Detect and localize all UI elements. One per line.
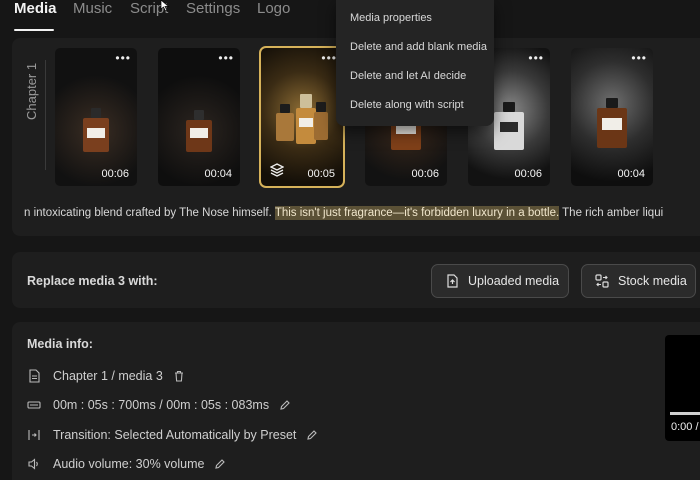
trash-icon[interactable] [173,370,185,382]
audio-volume-row: Audio volume: 30% volume [27,455,226,473]
script-text-highlight: This isn't just fragrance—it's forbidden… [274,206,560,220]
script-text-before: n intoxicating blend crafted by The Nose… [24,207,275,219]
speaker-icon [28,458,38,470]
more-icon[interactable]: ••• [115,52,131,64]
audio-volume-text: Audio volume: 30% volume [53,457,205,471]
layers-icon [270,163,284,177]
media-thumb-1[interactable]: ••• 00:06 [55,48,137,186]
media-position-text: Chapter 1 / media 3 [53,369,163,383]
pencil-icon[interactable] [214,458,226,470]
transition-row: Transition: Selected Automatically by Pr… [27,426,318,444]
upload-file-icon [447,274,458,288]
pencil-icon[interactable] [306,429,318,441]
bottle-image [494,102,524,150]
timeline-icon [27,401,41,409]
pencil-icon[interactable] [279,399,291,411]
more-icon[interactable]: ••• [528,52,544,64]
script-text[interactable]: n intoxicating blend crafted by The Nose… [24,206,664,220]
media-duration: 00:06 [514,168,542,180]
media-thumb-3[interactable]: ••• 00:05 [259,46,345,188]
tab-media[interactable]: Media [14,0,57,30]
media-context-menu: Media properties Delete and add blank me… [336,0,494,126]
script-text-after: The rich amber liqui [559,207,664,219]
bottle-image [83,108,109,152]
media-thumb-2[interactable]: ••• 00:04 [158,48,240,186]
transition-icon [28,430,40,440]
chapter-label: Chapter 1 [24,62,39,120]
media-info-title: Media info: [27,337,93,351]
media-timing-text: 00m : 05s : 700ms / 00m : 05s : 083ms [53,398,270,412]
bottle-image [276,94,328,148]
stock-media-button[interactable]: Stock media [581,264,696,298]
media-duration: 00:04 [204,168,232,180]
media-duration: 00:06 [411,168,439,180]
media-duration: 00:04 [617,168,645,180]
preview-progress-bar[interactable] [670,412,700,415]
replace-label: Replace media 3 with: [27,274,158,288]
menu-item-delete-ai-decide[interactable]: Delete and let AI decide [350,70,466,82]
chapter-divider [45,60,46,170]
document-icon [29,369,40,383]
active-tab-indicator [14,29,54,31]
bottle-image [597,98,627,148]
more-icon[interactable]: ••• [631,52,647,64]
uploaded-media-button[interactable]: Uploaded media [431,264,569,298]
uploaded-media-label: Uploaded media [468,274,560,288]
media-thumb-6[interactable]: ••• 00:04 [571,48,653,186]
transition-text: Transition: Selected Automatically by Pr… [53,428,297,442]
stock-media-icon [595,274,609,288]
media-duration: 00:05 [307,168,335,180]
tab-music[interactable]: Music [73,0,112,30]
media-timing-row: 00m : 05s : 700ms / 00m : 05s : 083ms [27,396,291,414]
more-icon[interactable]: ••• [218,52,234,64]
bottle-image [186,110,212,152]
tab-settings[interactable]: Settings [186,0,240,30]
media-duration: 00:06 [101,168,129,180]
more-icon[interactable]: ••• [321,52,337,64]
media-position-row: Chapter 1 / media 3 [27,367,185,385]
menu-item-media-properties[interactable]: Media properties [350,12,432,24]
stock-media-label: Stock media [618,274,687,288]
menu-item-delete-add-blank[interactable]: Delete and add blank media [350,41,487,53]
media-preview[interactable]: 0:00 / [665,335,700,441]
mouse-cursor-icon [160,0,170,12]
menu-item-delete-with-script[interactable]: Delete along with script [350,99,464,111]
tab-logo[interactable]: Logo [257,0,290,30]
preview-time: 0:00 / [671,421,699,433]
